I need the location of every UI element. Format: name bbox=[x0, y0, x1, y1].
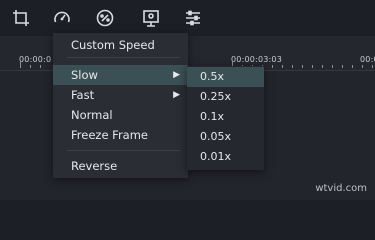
speed-menu: Custom Speed Slow ▶ Fast ▶ Normal Freeze… bbox=[53, 33, 188, 178]
menu-item-label: Fast bbox=[71, 88, 95, 102]
menu-item-slow[interactable]: Slow ▶ bbox=[53, 65, 188, 85]
submenu-item-0-05x[interactable]: 0.05x bbox=[187, 127, 264, 147]
ruler-time-label: 00:00:0 bbox=[360, 55, 375, 64]
audio-adjust-icon[interactable] bbox=[182, 7, 204, 29]
menu-item-freeze-frame[interactable]: Freeze Frame bbox=[53, 125, 188, 145]
watermark: wtvid.com bbox=[315, 183, 367, 194]
menu-item-fast[interactable]: Fast ▶ bbox=[53, 85, 188, 105]
submenu-item-0-1x[interactable]: 0.1x bbox=[187, 107, 264, 127]
green-screen-icon[interactable] bbox=[140, 7, 162, 29]
menu-item-label: Slow bbox=[71, 68, 98, 82]
menu-divider bbox=[67, 150, 180, 151]
speed-icon[interactable] bbox=[51, 7, 73, 29]
submenu-item-0-5x[interactable]: 0.5x bbox=[187, 67, 264, 87]
menu-item-normal[interactable]: Normal bbox=[53, 105, 188, 125]
menu-item-reverse[interactable]: Reverse bbox=[53, 156, 188, 176]
crop-icon[interactable] bbox=[10, 7, 32, 29]
ruler-time-label: 00:00:03:03 bbox=[231, 55, 283, 64]
submenu-item-0-25x[interactable]: 0.25x bbox=[187, 87, 264, 107]
menu-divider bbox=[67, 57, 180, 58]
slow-submenu: 0.5x 0.25x 0.1x 0.05x 0.01x bbox=[187, 66, 264, 170]
ruler-time-label: 00:00:0 bbox=[19, 55, 52, 64]
toolbar bbox=[0, 0, 375, 36]
menu-item-label: Reverse bbox=[71, 159, 118, 173]
submenu-arrow-icon: ▶ bbox=[173, 70, 180, 80]
submenu-item-0-01x[interactable]: 0.01x bbox=[187, 147, 264, 167]
color-icon[interactable] bbox=[94, 7, 116, 29]
menu-item-custom-speed[interactable]: Custom Speed bbox=[53, 35, 188, 55]
submenu-arrow-icon: ▶ bbox=[173, 90, 180, 100]
menu-item-label: Custom Speed bbox=[71, 38, 155, 52]
menu-item-label: Freeze Frame bbox=[71, 128, 149, 142]
menu-item-label: Normal bbox=[71, 108, 113, 122]
